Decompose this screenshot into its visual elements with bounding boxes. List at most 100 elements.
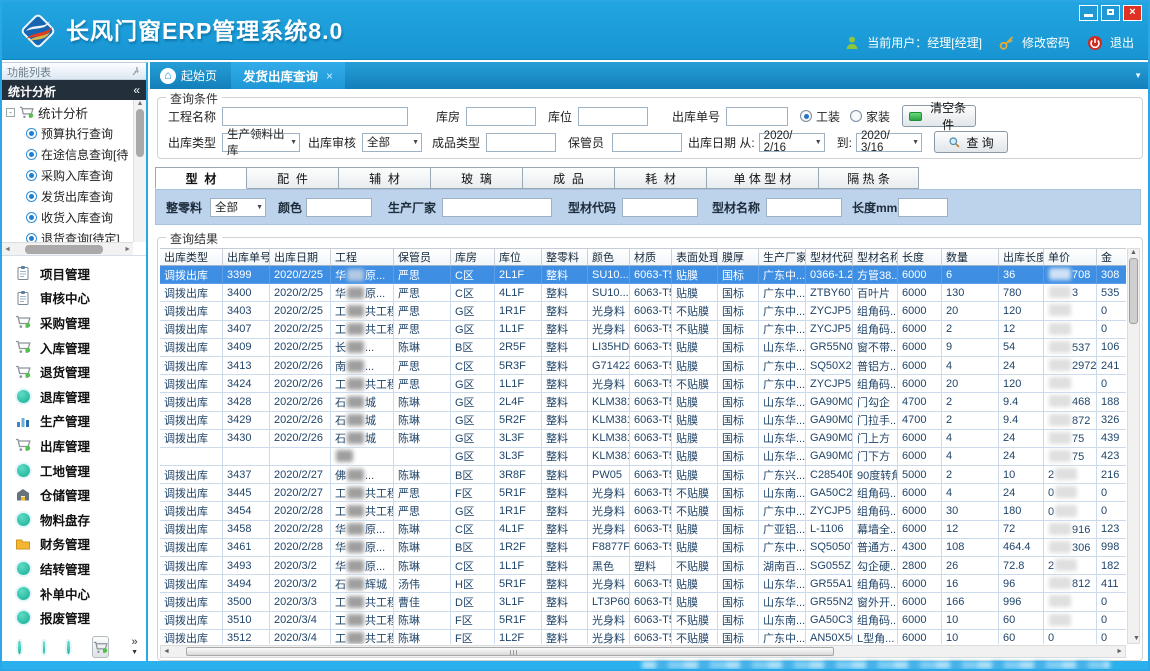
scrollbar-thumb[interactable] [25,245,103,254]
scroll-right-icon[interactable]: ► [122,246,133,253]
column-header-8[interactable]: 颜色 [588,249,630,266]
tab-close-icon[interactable]: × [326,69,333,83]
scroll-up-icon[interactable]: ▲ [134,100,146,107]
grid-vertical-scrollbar[interactable]: ▲ ▼ [1127,248,1140,644]
circle-icon[interactable] [18,641,21,654]
sidebar-item-8[interactable]: 工地管理 [2,458,146,483]
location-input[interactable] [578,107,648,126]
column-header-17[interactable]: 出库长度 [999,249,1044,266]
table-row[interactable]: 调拨出库34002020/2/25华原...严思C区4L1F整料SU10...6… [160,284,1126,302]
profile-code-input[interactable] [622,198,698,217]
column-header-1[interactable]: 出库单号 [223,249,270,266]
sidebar-item-6[interactable]: 生产管理 [2,409,146,434]
column-header-18[interactable]: 单价 [1044,249,1097,266]
color-input[interactable] [306,198,372,217]
sidebar-item-5[interactable]: 退库管理 [2,384,146,409]
sidebar-item-1[interactable]: 审核中心 [2,286,146,311]
search-button[interactable]: 查 询 [934,131,1008,153]
material-tab-6[interactable]: 单 体 型 材 [707,167,819,189]
column-header-16[interactable]: 数量 [942,249,999,266]
radio-home-label[interactable]: 家装 [866,108,890,125]
table-row[interactable]: 调拨出库35122020/3/4工共工程陈琳F区1L2F整料光身料6063-T5… [160,630,1126,644]
tab-home[interactable]: ⌂ 起始页 [150,62,231,89]
tree-item-4[interactable]: 收货入库查询 [2,207,133,228]
material-tab-2[interactable]: 辅 材 [339,167,431,189]
sidebar-item-3[interactable]: 入库管理 [2,335,146,360]
material-tab-1[interactable]: 配 件 [247,167,339,189]
audit-select[interactable]: 全部▼ [362,133,422,152]
radio-industrial-label[interactable]: 工装 [816,108,840,125]
table-row[interactable]: 调拨出库34372020/2/27佛...陈琳B区3R8F整料PW056063-… [160,466,1126,484]
column-header-0[interactable]: 出库类型 [160,249,223,266]
outbound-type-select[interactable]: 生产领料出库▼ [222,133,300,152]
column-header-19[interactable]: 金 [1097,249,1126,266]
cart-button[interactable] [92,636,109,658]
minimize-button[interactable] [1079,5,1098,21]
clear-conditions-button[interactable]: 清空条件 [902,105,976,127]
column-header-2[interactable]: 出库日期 [270,249,331,266]
scroll-left-icon[interactable]: ◄ [161,648,172,655]
product-type-input[interactable] [486,133,556,152]
column-header-12[interactable]: 生产厂家 [759,249,806,266]
profile-name-input[interactable] [766,198,842,217]
maker-input[interactable] [442,198,552,217]
circle-icon[interactable] [43,641,46,654]
column-header-11[interactable]: 膜厚 [718,249,759,266]
tree-item-0[interactable]: 预算执行查询 [2,123,133,144]
column-header-13[interactable]: 型材代码 [806,249,853,266]
column-header-3[interactable]: 工程 [331,249,394,266]
date-from-picker[interactable]: 2020/ 2/16▼ [759,133,825,152]
scrollbar-thumb[interactable] [186,647,834,656]
column-header-14[interactable]: 型材名称 [853,249,898,266]
table-row[interactable]: 调拨出库34092020/2/25长...陈琳B区2R5F整料LI35HD606… [160,339,1126,357]
keeper-input[interactable] [612,133,682,152]
table-row[interactable]: 调拨出库34242020/2/26工共工程严思G区1L1F整料光身料6063-T… [160,375,1126,393]
sidebar-item-4[interactable]: 退货管理 [2,359,146,384]
sidebar-item-14[interactable]: 报废管理 [2,605,146,630]
warehouse-input[interactable] [466,107,536,126]
material-tab-3[interactable]: 玻 璃 [431,167,523,189]
order-no-input[interactable] [726,107,788,126]
column-header-10[interactable]: 表面处理 [672,249,718,266]
column-header-6[interactable]: 库位 [495,249,542,266]
tree-vertical-scrollbar[interactable]: ▲ [133,100,146,242]
sidebar-item-13[interactable]: 补单中心 [2,581,146,606]
scrollbar-thumb[interactable] [1129,258,1138,324]
sidebar-item-10[interactable]: 物料盘存 [2,507,146,532]
sidebar-item-9[interactable]: 仓储管理 [2,482,146,507]
table-row[interactable]: 调拨出库35102020/3/4工共工程陈琳F区5R1F整料光身料6063-T5… [160,612,1126,630]
tree-expander-icon[interactable]: - [6,108,15,117]
sidebar-more-button[interactable]: »▼ [131,638,138,657]
scroll-right-icon[interactable]: ► [1114,648,1125,655]
table-row[interactable]: 调拨出库34942020/3/2石辉城汤伟H区5R1F整料光身料6063-T5贴… [160,575,1126,593]
table-row[interactable]: 调拨出库34032020/2/25工共工程严思G区1R1F整料光身料6063-T… [160,302,1126,320]
table-row[interactable]: 调拨出库34542020/2/28工共工程严思G区1R1F整料光身料6063-T… [160,502,1126,520]
length-input[interactable] [898,198,948,217]
table-row[interactable]: 调拨出库34282020/2/26石城陈琳G区2L4F整料KLM38176063… [160,393,1126,411]
material-tab-5[interactable]: 耗 材 [615,167,707,189]
table-row[interactable]: 调拨出库34582020/2/28华原...陈琳C区4L1F整料光身料6063-… [160,521,1126,539]
tree-item-5[interactable]: 退货查询[待定] [2,228,133,242]
logout-link[interactable]: 退出 [1110,34,1134,51]
table-row[interactable]: 调拨出库34452020/2/27工共工程严思F区5R1F整料光身料6063-T… [160,484,1126,502]
date-to-picker[interactable]: 2020/ 3/16▼ [856,133,922,152]
collapse-icon[interactable]: « [133,83,140,100]
tree-root-item[interactable]: -统计分析 [2,102,133,123]
table-row[interactable]: 调拨出库34292020/2/26石城陈琳G区5R2F整料KLM38176063… [160,412,1126,430]
tree-horizontal-scrollbar[interactable]: ◄ ► [2,242,133,255]
sidebar-item-0[interactable]: 项目管理 [2,261,146,286]
column-header-4[interactable]: 保管员 [394,249,451,266]
scrollbar-thumb[interactable] [136,109,144,157]
table-row[interactable]: 调拨出库35002020/3/3工共工程曹佳D区3L1F整料LT3P606063… [160,593,1126,611]
sidebar-panel-header[interactable]: 统计分析 « [2,80,146,100]
tabbar-dropdown-icon[interactable]: ▼ [1134,71,1148,80]
material-tab-4[interactable]: 成 品 [523,167,615,189]
table-row[interactable]: 调拨出库34302020/2/26石城陈琳G区3L3F整料KLM38176063… [160,430,1126,448]
pin-icon[interactable] [130,66,142,78]
table-row[interactable]: 调拨出库34072020/2/25工共工程严思G区1L1F整料光身料6063-T… [160,321,1126,339]
tree-item-3[interactable]: 发货出库查询 [2,186,133,207]
column-header-7[interactable]: 整零料 [542,249,588,266]
scroll-up-icon[interactable]: ▲ [1128,249,1139,256]
material-tab-7[interactable]: 隔 热 条 [819,167,919,189]
table-row[interactable]: 调拨出库33992020/2/25华原...严思C区2L1F整料SU10...6… [160,266,1126,284]
